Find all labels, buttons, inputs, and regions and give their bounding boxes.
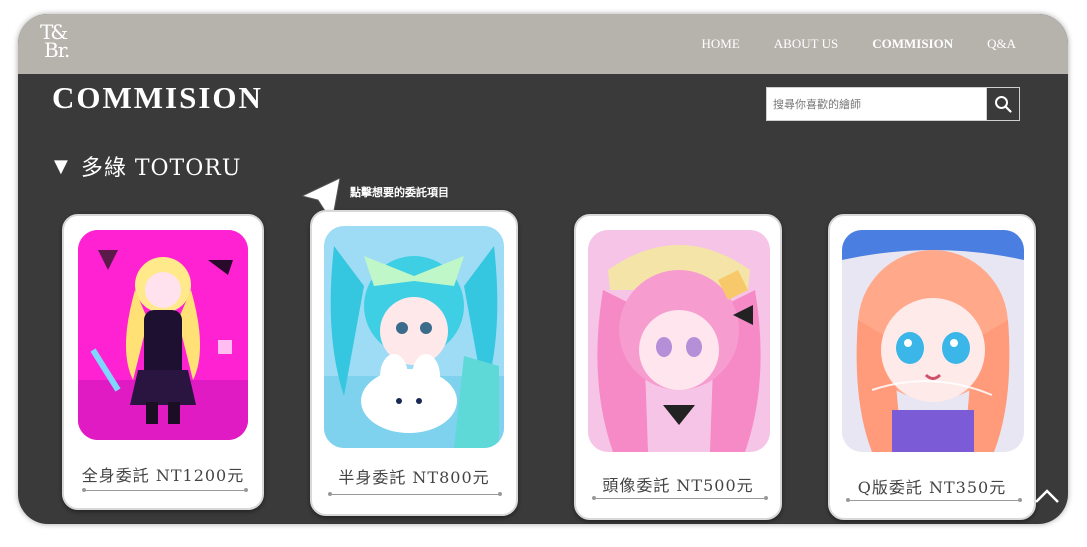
- search-button[interactable]: [986, 88, 1019, 120]
- artist-name: 多綠 TOTORU: [80, 156, 242, 181]
- search-bar: [766, 87, 1020, 121]
- label-underline: [592, 496, 768, 500]
- page-frame: T& Br. HOME ABOUT US COMMISION Q&A COMMI…: [18, 14, 1068, 524]
- label-underline: [846, 498, 1022, 502]
- nav-commision[interactable]: COMMISION: [872, 36, 953, 52]
- collapse-triangle-icon: ▼: [54, 155, 69, 177]
- label-underline: [82, 488, 248, 492]
- nav-home[interactable]: HOME: [702, 36, 740, 52]
- label-underline: [328, 492, 502, 496]
- card-artwork: [588, 230, 770, 452]
- main-nav: HOME ABOUT US COMMISION Q&A: [702, 36, 1016, 52]
- card-artwork: [842, 230, 1024, 452]
- card-label: 頭像委託 NT500元: [602, 476, 754, 495]
- commission-card-chibi[interactable]: Q版委託 NT350元: [828, 214, 1036, 520]
- nav-qa[interactable]: Q&A: [987, 36, 1016, 52]
- card-artwork: [324, 226, 504, 448]
- commission-card-full-body[interactable]: 全身委託 NT1200元: [62, 214, 264, 510]
- card-label: 半身委託 NT800元: [338, 468, 490, 487]
- search-icon: [995, 96, 1012, 113]
- click-hint: 點擊想要的委託項目: [350, 186, 449, 199]
- nav-about-us[interactable]: ABOUT US: [774, 36, 838, 52]
- card-label: 全身委託 NT1200元: [81, 466, 245, 485]
- commission-card-half-body[interactable]: 半身委託 NT800元: [310, 210, 518, 516]
- logo-line-2: Br.: [44, 38, 70, 62]
- artist-heading[interactable]: ▼ 多綠 TOTORU: [54, 150, 241, 182]
- commission-card-headshot[interactable]: 頭像委託 NT500元: [574, 214, 782, 520]
- card-artwork: [78, 230, 248, 440]
- top-navbar: T& Br. HOME ABOUT US COMMISION Q&A: [18, 14, 1068, 74]
- site-logo[interactable]: T& Br.: [40, 22, 86, 68]
- search-input[interactable]: [767, 88, 986, 120]
- card-label: Q版委託 NT350元: [857, 478, 1007, 497]
- back-to-top-chevron-icon[interactable]: [1032, 484, 1062, 508]
- page-title: COMMISION: [52, 80, 263, 115]
